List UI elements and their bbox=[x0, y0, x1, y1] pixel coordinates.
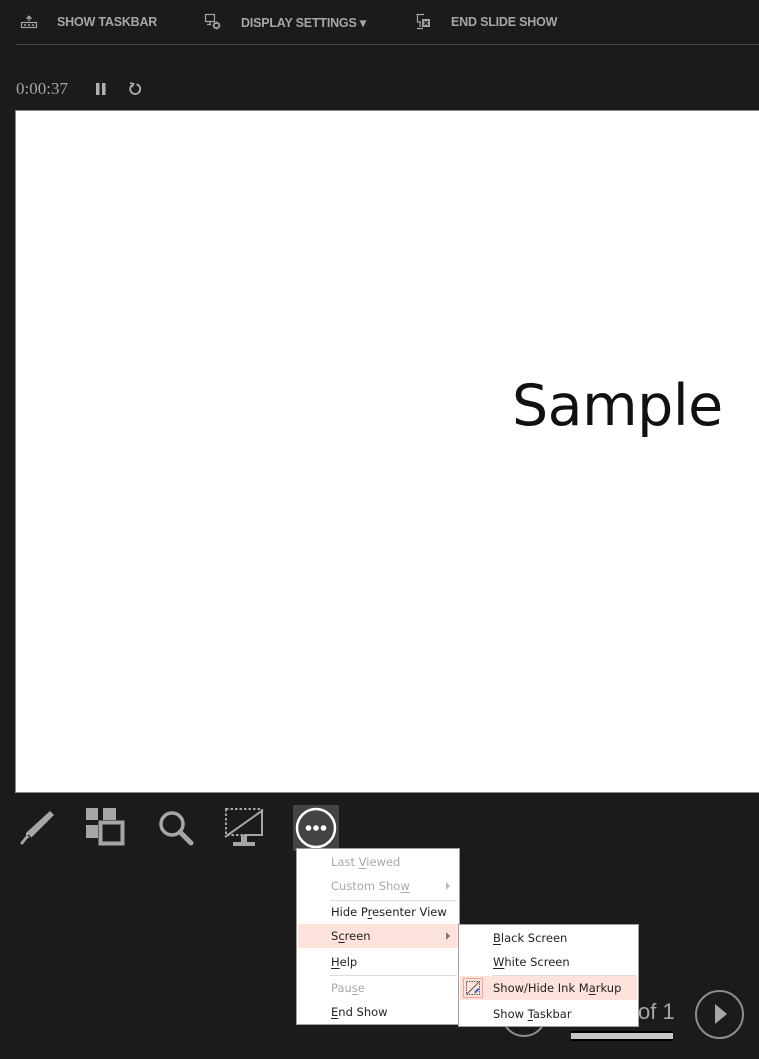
show-taskbar-label: SHOW TASKBAR bbox=[57, 15, 158, 29]
see-all-slides-button[interactable] bbox=[83, 805, 127, 849]
menu-item-last-viewed[interactable]: Last Viewed bbox=[298, 850, 458, 874]
pause-icon bbox=[96, 83, 106, 95]
pen-icon bbox=[20, 811, 54, 845]
show-taskbar-button[interactable]: SHOW TASKBAR bbox=[20, 11, 157, 33]
elapsed-timer: 0:00:37 bbox=[16, 79, 68, 98]
pause-timer-button[interactable] bbox=[93, 81, 109, 97]
screen-submenu: Black Screen White Screen Show/Hide Ink … bbox=[458, 924, 639, 1027]
menu-item-hide-presenter-view[interactable]: Hide Presenter View bbox=[298, 900, 458, 924]
toolbar-divider bbox=[16, 44, 759, 45]
submenu-arrow-icon bbox=[446, 882, 450, 890]
display-settings-label: DISPLAY SETTINGS ▾ bbox=[241, 15, 366, 30]
display-gear-icon bbox=[204, 13, 221, 30]
end-slide-show-label: END SLIDE SHOW bbox=[451, 15, 558, 29]
magnifier-icon bbox=[159, 811, 194, 846]
current-slide[interactable]: Sample bbox=[15, 110, 759, 793]
reset-timer-button[interactable] bbox=[127, 81, 143, 97]
screen-slash-icon bbox=[224, 808, 264, 846]
end-slide-show-button[interactable]: END SLIDE SHOW bbox=[415, 11, 557, 33]
next-slide-button[interactable] bbox=[695, 990, 744, 1039]
presenter-toolbar: SHOW TASKBAR DISPLAY SETTINGS ▾ END SLID… bbox=[0, 0, 759, 44]
slides-grid-icon bbox=[86, 808, 125, 846]
menu-item-help[interactable]: Help bbox=[298, 950, 458, 974]
ellipsis-icon bbox=[295, 807, 337, 849]
menu-item-end-show[interactable]: End Show bbox=[298, 1000, 458, 1024]
menu-item-custom-show[interactable]: Custom Show bbox=[298, 874, 458, 898]
ink-markup-icon bbox=[466, 981, 480, 995]
zoom-into-slide-button[interactable] bbox=[153, 805, 197, 849]
checked-indicator bbox=[463, 978, 483, 998]
submenu-arrow-icon bbox=[446, 932, 450, 940]
black-screen-button[interactable] bbox=[222, 805, 266, 849]
submenu-item-show-taskbar[interactable]: Show Taskbar bbox=[460, 1002, 637, 1026]
slide-counter: of 1 bbox=[638, 999, 675, 1024]
menu-item-screen[interactable]: Screen bbox=[298, 924, 458, 948]
display-settings-button[interactable]: DISPLAY SETTINGS ▾ bbox=[204, 11, 366, 33]
submenu-item-white-screen[interactable]: White Screen bbox=[460, 950, 637, 974]
slide-text: Sample bbox=[512, 373, 723, 439]
menu-item-pause[interactable]: Pause bbox=[298, 976, 458, 1000]
taskbar-up-icon bbox=[20, 15, 38, 29]
pen-tool-button[interactable] bbox=[15, 805, 59, 849]
more-options-menu: Last Viewed Custom Show Hide Presenter V… bbox=[296, 848, 460, 1025]
slide-progress-bar bbox=[571, 1031, 673, 1041]
more-options-button[interactable] bbox=[293, 805, 339, 851]
play-next-icon bbox=[715, 1004, 727, 1024]
submenu-item-show-hide-ink-markup[interactable]: Show/Hide Ink Markup bbox=[460, 976, 637, 1000]
submenu-item-black-screen[interactable]: Black Screen bbox=[460, 926, 637, 950]
reset-icon bbox=[129, 82, 142, 95]
end-show-icon bbox=[416, 13, 430, 30]
